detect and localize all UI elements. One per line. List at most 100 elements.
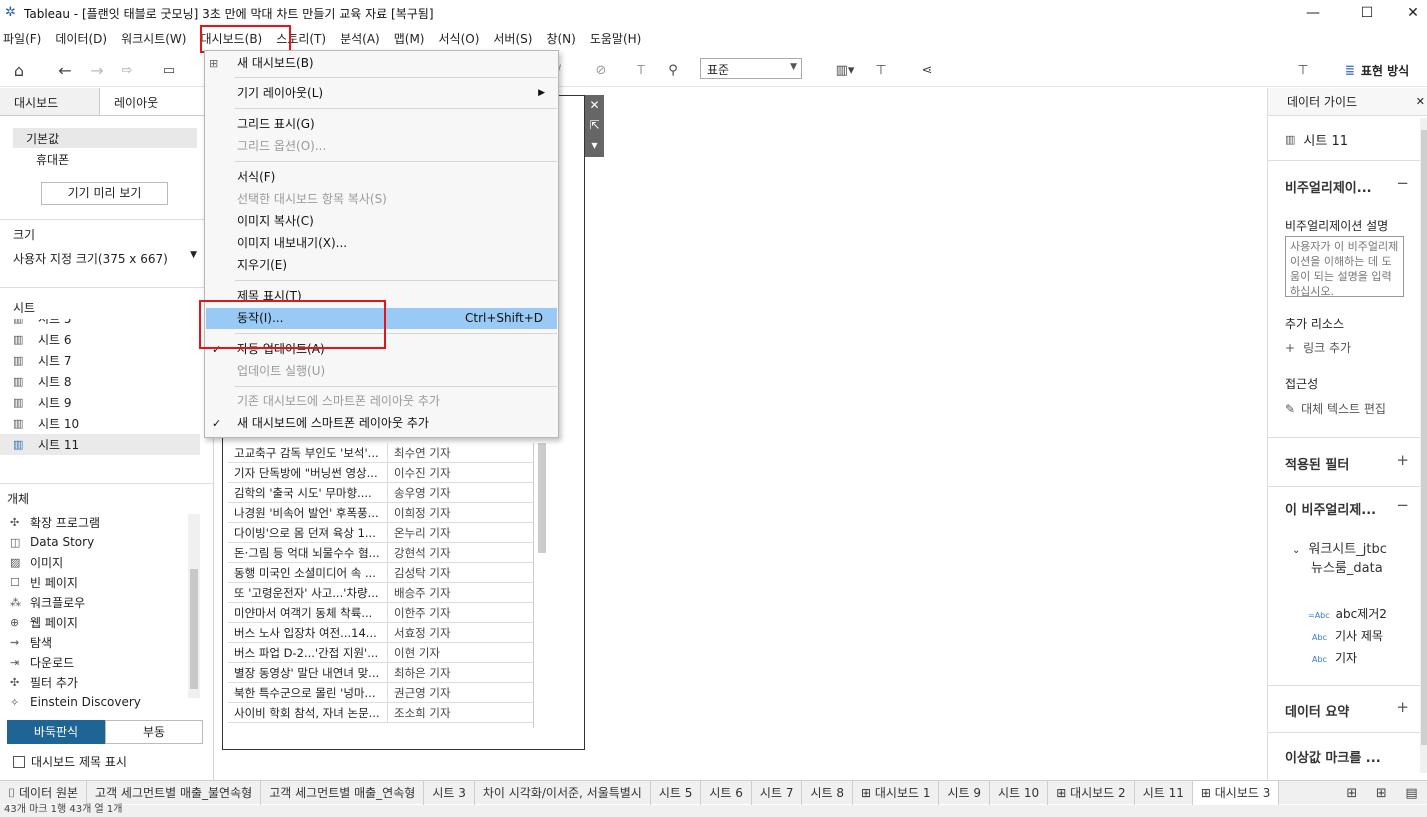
edit-alt-text-button[interactable]: ✎ 대체 텍스트 편집 xyxy=(1285,400,1386,417)
object-blank[interactable]: ☐ 빈 페이지 xyxy=(0,572,200,592)
menu-show-grid[interactable]: 그리드 표시(G) xyxy=(206,114,557,135)
table-row[interactable]: 돈·그림 등 억대 뇌물수수 혐... 강현석 기자 xyxy=(228,542,533,563)
collapse-icon[interactable]: − xyxy=(1396,496,1409,514)
new-story-icon[interactable]: ▤ xyxy=(1405,786,1417,801)
menu-add-phone-new[interactable]: ✓ 새 대시보드에 스마트폰 레이아웃 추가 xyxy=(206,413,557,434)
device-phone[interactable]: 휴대폰 xyxy=(36,151,69,168)
scrollbar-thumb[interactable] xyxy=(190,569,198,689)
sheet-tab[interactable]: 시트 10 xyxy=(990,780,1049,805)
sheet-tab[interactable]: 시트 7 xyxy=(752,780,803,805)
menu-server[interactable]: 서버(S) xyxy=(486,30,539,47)
show-title-checkbox[interactable] xyxy=(13,755,25,768)
open-external-icon[interactable]: ⇱ xyxy=(585,115,604,135)
bar-chart-icon[interactable]: ▥▾ xyxy=(830,59,860,81)
menu-device-layout[interactable]: 기기 레이아웃(L) ▶ xyxy=(206,83,557,104)
close-icon[interactable]: ✕ xyxy=(585,95,604,115)
tiled-button[interactable]: 바둑판식 xyxy=(7,720,105,744)
table-row[interactable]: 사이비 학회 참석, 자녀 논문... 조소희 기자 xyxy=(228,702,533,723)
table-row[interactable]: 김학의 '출국 시도' 무마향.... 송우영 기자 xyxy=(228,482,533,503)
table-row[interactable]: 버스 노사 입장차 여전...14... 서효정 기자 xyxy=(228,622,533,643)
table-row[interactable]: 북한 특수군으로 몰린 '넝마... 권근영 기자 xyxy=(228,682,533,703)
sheet-item[interactable]: ▥ 시트 9 xyxy=(0,392,200,413)
applied-filters-title[interactable]: 적용된 필터 xyxy=(1268,454,1349,473)
sheet-item[interactable]: ▥ 시트 7 xyxy=(0,350,200,371)
object-download[interactable]: ⇥ 다운로드 xyxy=(0,652,200,672)
menu-worksheet[interactable]: 워크시트(W) xyxy=(114,30,193,47)
field-item[interactable]: =Abc abc제거2 xyxy=(1308,604,1387,626)
sheet-tab[interactable]: 고객 세그먼트별 매출_연속형 xyxy=(261,780,425,805)
tab-data-source[interactable]: ⌷ 데이터 원본 xyxy=(0,780,88,805)
maximize-button[interactable]: ☐ xyxy=(1344,0,1390,26)
outliers-title[interactable]: 이상값 마크를 ... xyxy=(1268,747,1381,766)
tab-dashboard[interactable]: 대시보드 xyxy=(0,88,100,115)
attachment-icon[interactable]: ⊘ xyxy=(590,59,612,81)
object-extension[interactable]: ✣ 확장 프로그램 xyxy=(0,512,200,532)
close-icon[interactable]: ✕ xyxy=(1416,95,1425,108)
presentation-icon[interactable]: ⊤ xyxy=(870,59,892,81)
tooltip-icon[interactable]: ⊤ xyxy=(1292,59,1314,81)
object-data-story[interactable]: ◫ Data Story xyxy=(0,532,200,552)
table-row[interactable]: 다이빙'으로 몸 던져 육상 1... 온누리 기자 xyxy=(228,522,533,543)
object-add-filter[interactable]: ✣ 필터 추가 xyxy=(0,672,200,692)
share-icon[interactable]: ⋖ xyxy=(916,59,938,81)
sheet-tab[interactable]: 시트 5 xyxy=(651,780,702,805)
sheet-item[interactable]: ▥ 시트 6 xyxy=(0,329,200,350)
table-row[interactable]: 나경원 '비속어 발언' 후폭풍... 이희정 기자 xyxy=(228,502,533,523)
more-options-icon[interactable]: ▾ xyxy=(585,135,604,155)
sheet-tab[interactable]: ⊞ 대시보드 2 xyxy=(1048,780,1135,805)
data-summary-title[interactable]: 데이터 요약 xyxy=(1268,701,1349,720)
add-link-button[interactable]: + 링크 추가 xyxy=(1285,339,1351,356)
table-row[interactable]: 고교축구 감독 부인도 '보석'... 최수연 기자 xyxy=(228,442,533,463)
undo-icon[interactable]: ← xyxy=(54,59,76,81)
sheet-tab[interactable]: 시트 9 xyxy=(939,780,991,805)
sheet-tab[interactable]: 시트 11 xyxy=(1135,780,1193,805)
menu-help[interactable]: 도움말(H) xyxy=(583,30,649,47)
viz-description-input[interactable]: 사용자가 이 비주얼리제이션을 이해하는 데 도움이 되는 설명을 입력하십시오… xyxy=(1285,236,1404,297)
menu-map[interactable]: 맵(M) xyxy=(387,30,432,47)
menu-format[interactable]: 서식(O) xyxy=(432,30,487,47)
redo-icon[interactable]: → xyxy=(86,59,108,81)
sheet-tab[interactable]: ⊞ 대시보드 1 xyxy=(853,780,940,805)
menu-file[interactable]: 파일(F) xyxy=(0,30,48,47)
text-label-icon[interactable]: T xyxy=(630,59,652,81)
save-icon[interactable]: ▭ xyxy=(158,59,180,81)
object-workflow[interactable]: ⁂ 워크플로우 xyxy=(0,592,200,612)
sheet-tab[interactable]: 시트 8 xyxy=(802,780,853,805)
table-row[interactable]: 미얀마서 여객기 동체 착륙... 이한주 기자 xyxy=(228,602,533,623)
sheet-tab[interactable]: 시트 6 xyxy=(701,780,752,805)
menu-window[interactable]: 창(N) xyxy=(539,30,582,47)
menu-export-image[interactable]: 이미지 내보내기(X)... xyxy=(206,233,557,254)
object-einstein[interactable]: ✧ Einstein Discovery xyxy=(0,692,200,712)
scrollbar-thumb[interactable] xyxy=(1421,130,1427,745)
pin-icon[interactable]: ⚲ xyxy=(662,59,684,81)
sheet-tab[interactable]: ⊞ 대시보드 3 xyxy=(1192,780,1280,805)
new-worksheet-icon[interactable]: ⊞ xyxy=(1346,786,1357,801)
right-pane-scrollbar[interactable] xyxy=(1420,118,1427,773)
table-scrollbar[interactable] xyxy=(538,443,546,553)
object-navigation[interactable]: ⇝ 탐색 xyxy=(0,632,200,652)
device-default[interactable]: 기본값 xyxy=(13,128,197,148)
menu-new-dashboard[interactable]: 새 대시보드(B) xyxy=(206,53,557,74)
sheet-tab[interactable]: 차이 시각화/이서준, 서울특별시 xyxy=(475,780,651,805)
tab-layout[interactable]: 레이아웃 xyxy=(100,88,172,115)
minimize-button[interactable]: — xyxy=(1290,0,1336,26)
sheet-tab[interactable]: 시트 3 xyxy=(424,780,475,805)
collapse-icon[interactable]: − xyxy=(1396,174,1409,192)
object-image[interactable]: ▨ 이미지 xyxy=(0,552,200,572)
home-icon[interactable]: ⌂ xyxy=(8,59,30,81)
sheet-item[interactable]: ▥ 시트 10 xyxy=(0,413,200,434)
new-dashboard-icon[interactable]: ⊞ xyxy=(1376,786,1387,801)
expand-icon[interactable]: + xyxy=(1396,698,1409,716)
sheet-tab[interactable]: 고객 세그먼트별 매출_불연속형 xyxy=(87,780,262,805)
table-row[interactable]: 동행 미국인 소셜미디어 속 ... 김성탁 기자 xyxy=(228,562,533,583)
size-select[interactable]: 사용자 지정 크기(375 x 667) ▼ xyxy=(13,250,199,267)
sheet-item[interactable]: ▥ 시트 8 xyxy=(0,371,200,392)
datasource-entry[interactable]: ⌄ 워크시트_jtbc 뉴스룸_data xyxy=(1292,541,1387,578)
table-row[interactable]: 기자 단독방에 "버닝썬 영상... 이수진 기자 xyxy=(228,462,533,483)
table-row[interactable]: 또 '고령운전자' 사고...'차량... 배승주 기자 xyxy=(228,582,533,603)
menu-clear[interactable]: 지우기(E) xyxy=(206,255,557,276)
objects-scrollbar[interactable] xyxy=(188,514,200,698)
menu-format[interactable]: 서식(F) xyxy=(206,167,557,188)
show-me-button[interactable]: ≣ 표현 방식 xyxy=(1332,59,1422,81)
menu-copy-image[interactable]: 이미지 복사(C) xyxy=(206,211,557,232)
